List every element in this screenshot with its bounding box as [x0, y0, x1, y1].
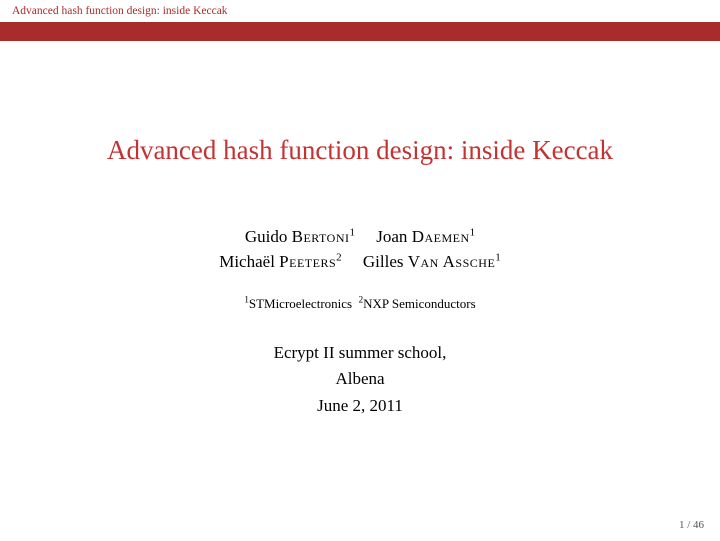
page-total: 46	[693, 519, 704, 531]
venue-line-2: Albena	[0, 366, 720, 392]
venue-line-3: June 2, 2011	[0, 393, 720, 419]
header-section-label: Advanced hash function design: inside Ke…	[12, 5, 228, 17]
author-2-last: Daemen	[412, 227, 470, 246]
author-3: Michaël Peeters2	[219, 252, 346, 271]
author-1-first: Guido	[245, 227, 288, 246]
author-4-first: Gilles	[363, 252, 404, 271]
author-2-first: Joan	[376, 227, 407, 246]
affil-1-text: STMicroelectronics	[249, 296, 352, 311]
affiliations: 1STMicroelectronics 2NXP Semiconductors	[0, 296, 720, 312]
page-number: 1 / 46	[679, 519, 704, 531]
author-block: Guido Bertoni1 Joan Daemen1 Michaël Peet…	[0, 225, 720, 274]
author-3-aff: 2	[336, 251, 342, 263]
author-1-aff: 1	[350, 226, 356, 238]
author-1: Guido Bertoni1	[245, 227, 359, 246]
author-4-last: Van Assche	[408, 252, 496, 271]
author-2-aff: 1	[470, 226, 476, 238]
page-sep: /	[684, 519, 693, 531]
author-4: Gilles Van Assche1	[363, 252, 501, 271]
author-3-first: Michaël	[219, 252, 275, 271]
author-3-last: Peeters	[279, 252, 336, 271]
slide-title: Advanced hash function design: inside Ke…	[0, 135, 720, 166]
author-4-aff: 1	[495, 251, 501, 263]
venue-line-1: Ecrypt II summer school,	[0, 340, 720, 366]
header-accent-bar	[0, 22, 720, 41]
affil-2-text: NXP Semiconductors	[363, 296, 476, 311]
venue-block: Ecrypt II summer school, Albena June 2, …	[0, 340, 720, 419]
author-2: Joan Daemen1	[376, 227, 475, 246]
author-1-last: Bertoni	[292, 227, 350, 246]
